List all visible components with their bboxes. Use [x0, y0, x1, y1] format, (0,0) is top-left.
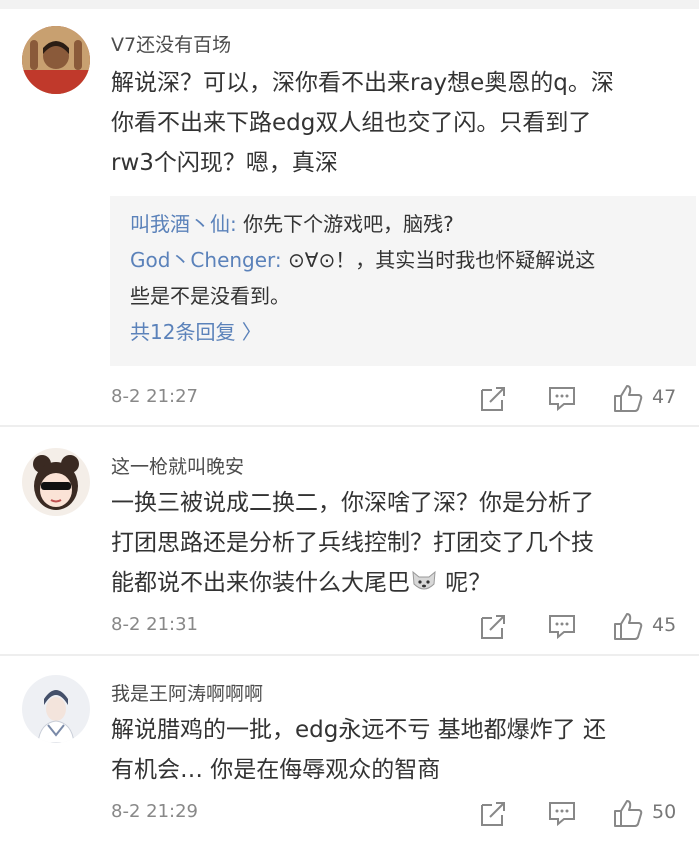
comment-line: rw3个闪现？嗯，真深: [111, 150, 338, 176]
avatar-photo: [22, 26, 90, 94]
comment-line: 你看不出来下路edg双人组也交了闪。只看到了: [111, 110, 592, 136]
comment-text: 一换三被说成二换二，你深啥了深？你是分析了 打团思路还是分析了兵线控制？打团交了…: [111, 483, 671, 603]
comment-icon[interactable]: [546, 382, 578, 414]
reply-preview-box[interactable]: 叫我酒丶仙: 你先下个游戏吧，脑残? God丶Chenger: ⊙∀⊙！，其实当…: [110, 196, 696, 366]
like-count: 47: [652, 386, 677, 408]
like-count: 50: [652, 801, 677, 823]
comment-footer: 8-2 21:31 45: [0, 608, 699, 648]
share-icon[interactable]: [478, 382, 510, 414]
comment-line: 有机会… 你是在侮辱观众的智商: [111, 757, 441, 783]
username[interactable]: 这一枪就叫晚安: [111, 452, 244, 479]
comment-text: 解说腊鸡的一批，edg永远不亏 基地都爆炸了 还 有机会… 你是在侮辱观众的智商: [111, 710, 671, 790]
share-icon[interactable]: [478, 610, 510, 642]
thumbs-up-icon[interactable]: [612, 797, 644, 829]
reply-item-2-cont: 些是不是没看到。: [130, 284, 290, 308]
comment-icon[interactable]: [546, 797, 578, 829]
top-divider: [0, 0, 699, 9]
reply-text: ⊙∀⊙！，其实当时我也怀疑解说这: [281, 248, 596, 272]
comment-line-text: 呢？: [438, 570, 492, 596]
avatar[interactable]: [22, 675, 90, 743]
username[interactable]: V7还没有百场: [111, 30, 231, 57]
comment-footer: 8-2 21:29 50: [0, 795, 699, 835]
thumbs-up-icon[interactable]: [612, 382, 644, 414]
comment-footer: 8-2 21:27 47: [0, 380, 699, 420]
like-count: 45: [652, 614, 677, 636]
comment-line: 解说腊鸡的一批，edg永远不亏 基地都爆炸了 还: [111, 717, 606, 743]
comment-divider: [0, 654, 699, 656]
reply-text: 你先下个游戏吧，脑残?: [236, 212, 454, 236]
comment-line: 打团思路还是分析了兵线控制？打团交了几个技: [111, 530, 594, 556]
reply-item-2: God丶Chenger: ⊙∀⊙！，其实当时我也怀疑解说这: [130, 242, 595, 278]
comment-icon[interactable]: [546, 610, 578, 642]
comment-line: 解说深？可以，深你看不出来ray想e奥恩的q。深: [111, 70, 614, 96]
comment-divider: [0, 425, 699, 427]
avatar[interactable]: [22, 26, 90, 94]
comment-text: 解说深？可以，深你看不出来ray想e奥恩的q。深 你看不出来下路edg双人组也交…: [111, 63, 671, 183]
comment-line-text: 能都说不出来你装什么大尾巴: [111, 570, 410, 596]
reply-item-1: 叫我酒丶仙: 你先下个游戏吧，脑残?: [130, 206, 454, 242]
timestamp: 8-2 21:29: [111, 801, 198, 822]
timestamp: 8-2 21:27: [111, 386, 198, 407]
share-icon[interactable]: [478, 797, 510, 829]
thumbs-up-icon[interactable]: [612, 610, 644, 642]
avatar-photo: [22, 675, 90, 743]
username[interactable]: 我是王阿涛啊啊啊: [111, 679, 263, 706]
avatar-photo: [22, 448, 90, 516]
comment-line: 一换三被说成二换二，你深啥了深？你是分析了: [111, 490, 594, 516]
reply-username[interactable]: 叫我酒丶仙:: [130, 212, 237, 236]
more-replies-link[interactable]: 共12条回复 〉: [130, 316, 262, 345]
avatar[interactable]: [22, 448, 90, 516]
comment-line: 能都说不出来你装什么大尾巴 呢？: [111, 563, 671, 603]
timestamp: 8-2 21:31: [111, 614, 198, 635]
reply-username[interactable]: God丶Chenger:: [130, 248, 282, 272]
dog-emoji-icon: [412, 570, 436, 590]
